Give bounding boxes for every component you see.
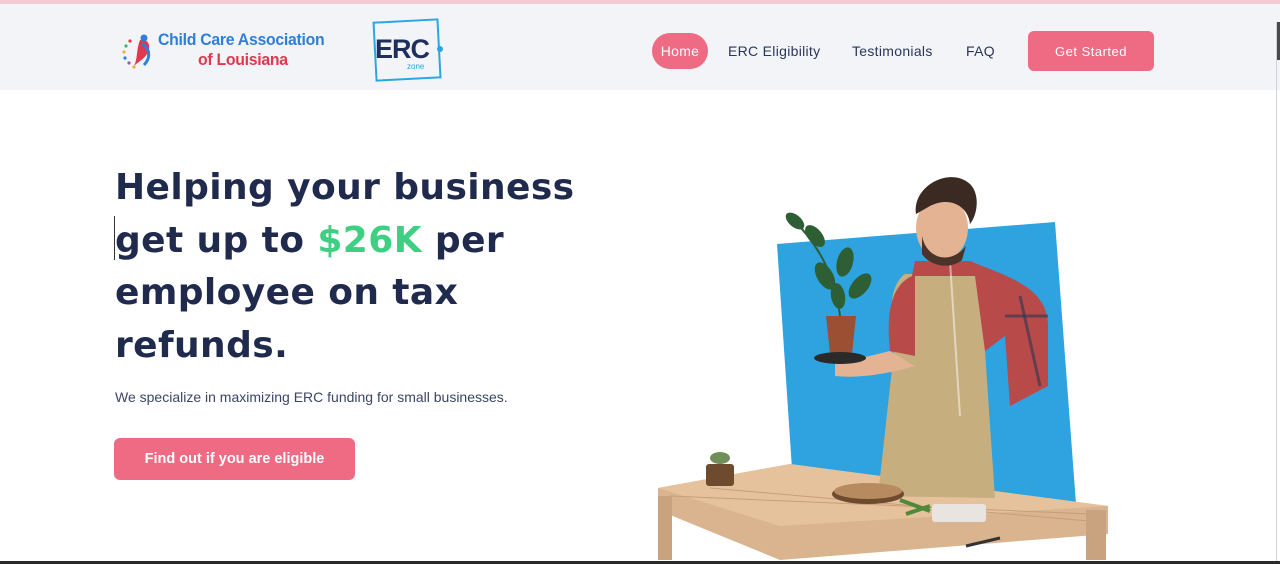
get-started-button[interactable]: Get Started (1028, 31, 1154, 71)
scrollbar-track[interactable] (1276, 22, 1280, 562)
find-eligibility-button[interactable]: Find out if you are eligible (114, 438, 355, 480)
nav-faq[interactable]: FAQ (966, 33, 995, 69)
hero-heading: Helping your business get up to $26K per… (115, 162, 585, 372)
erc-logo-dot (437, 46, 443, 52)
gardener-hero-illustration (658, 177, 1108, 560)
child-care-association-logo[interactable]: Child Care Association of Louisiana (120, 28, 335, 74)
logo-text-line1: Child Care Association (158, 30, 325, 49)
child-care-logo-icon (122, 34, 151, 69)
nav-testimonials[interactable]: Testimonials (852, 33, 933, 69)
nav-home[interactable]: Home (652, 33, 708, 69)
hero-heading-amount: $26K (317, 219, 422, 261)
erc-logo-subtext: zone (407, 62, 425, 71)
hero-subtitle: We specialize in maximizing ERC funding … (115, 389, 508, 405)
erc-zone-logo[interactable]: ERC zone (372, 18, 444, 82)
logo-text-line2: of Louisiana (198, 50, 288, 69)
site-header: Child Care Association of Louisiana ERC … (0, 4, 1280, 90)
erc-logo-text: ERC (375, 34, 430, 64)
text-cursor (114, 216, 115, 260)
nav-erc-eligibility[interactable]: ERC Eligibility (728, 33, 820, 69)
